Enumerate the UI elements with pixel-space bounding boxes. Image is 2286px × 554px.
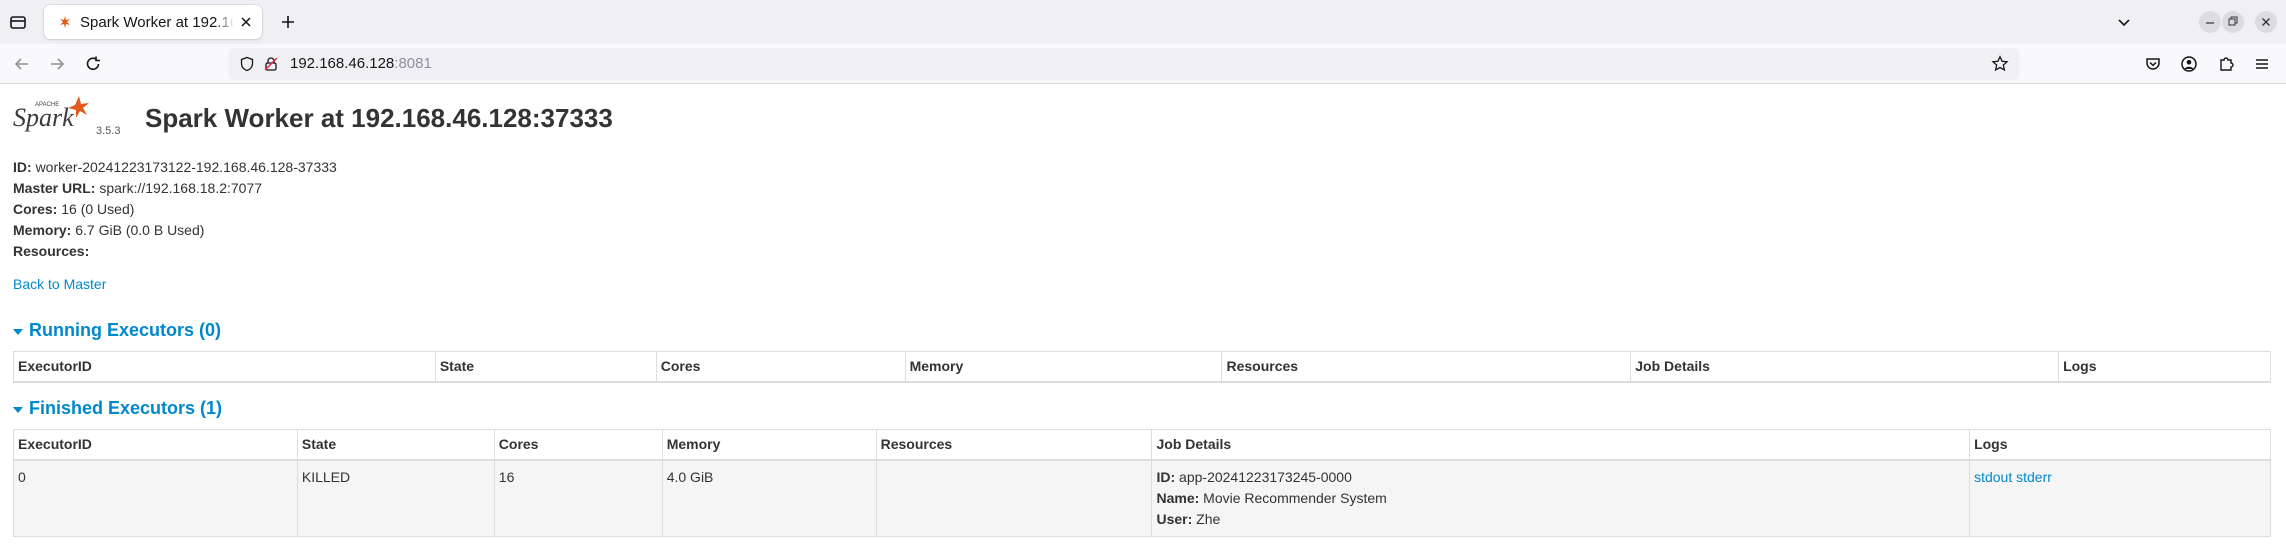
column-header[interactable]: Logs: [2058, 351, 2271, 383]
column-header[interactable]: Memory: [661, 429, 877, 461]
nav-bar: 192.168.46.128:8081: [0, 44, 2286, 84]
finished-executors-toggle[interactable]: Finished Executors (1): [13, 398, 222, 419]
column-header[interactable]: Memory: [904, 351, 1223, 383]
column-header[interactable]: ExecutorID: [13, 351, 436, 383]
job-id-line: ID: app-20241223173245-0000: [1156, 467, 1965, 488]
extensions-icon[interactable]: [2216, 54, 2236, 74]
master-url-label: Master URL:: [13, 180, 96, 196]
memory-row: Memory: 6.7 GiB (0.0 B Used): [13, 220, 337, 241]
logo-text: Spark: [13, 103, 74, 132]
job-name-label: Name:: [1156, 489, 1200, 506]
account-icon[interactable]: [2179, 54, 2199, 74]
column-header[interactable]: Cores: [655, 351, 906, 383]
reload-icon[interactable]: [83, 54, 103, 74]
column-header[interactable]: Resources: [875, 429, 1153, 461]
column-header[interactable]: State: [296, 429, 495, 461]
page-header: APACHE Spark 3.5.3 Spark Worker at 192.1…: [0, 84, 2286, 144]
job-user-value: Zhe: [1196, 510, 1221, 527]
running-executors-heading: Running Executors (0): [29, 320, 222, 340]
spark-logo[interactable]: APACHE Spark: [13, 94, 95, 132]
back-icon[interactable]: [12, 54, 32, 74]
job-user-line: User: Zhe: [1156, 509, 1965, 530]
job-name-value: Movie Recommender System: [1203, 489, 1387, 506]
worker-id-value: worker-20241223173122-192.168.46.128-373…: [35, 159, 337, 175]
state-cell: KILLED: [296, 459, 495, 537]
master-url-row: Master URL: spark://192.168.18.2:7077: [13, 178, 337, 199]
job-id-label: ID:: [1156, 468, 1176, 485]
column-header[interactable]: Logs: [1969, 429, 2271, 461]
column-header[interactable]: Job Details: [1630, 351, 2060, 383]
stderr-link[interactable]: stderr: [2016, 469, 2052, 485]
new-tab-icon[interactable]: [278, 12, 298, 32]
list-all-tabs-icon[interactable]: [2114, 12, 2134, 32]
executor-id-cell: 0: [13, 459, 298, 537]
collapse-arrow-icon: [13, 406, 23, 413]
table-row: 0 KILLED 16 4.0 GiB ID: app-202412231732…: [13, 459, 2271, 537]
minimize-button[interactable]: [2199, 11, 2221, 33]
back-to-master-link[interactable]: Back to Master: [13, 276, 106, 292]
restore-icon: [2228, 16, 2238, 26]
close-tab-icon[interactable]: [238, 14, 254, 30]
tab-list-icon[interactable]: [8, 12, 28, 32]
column-header[interactable]: Job Details: [1151, 429, 1971, 461]
spark-favicon-icon: [60, 16, 70, 28]
master-url-value: spark://192.168.18.2:7077: [99, 180, 263, 196]
logs-cell: stdout stderr: [1969, 459, 2271, 537]
resources-label: Resources:: [13, 243, 90, 259]
table-header-row: ExecutorID State Cores Memory Resources …: [13, 429, 2271, 461]
finished-executors-table: ExecutorID State Cores Memory Resources …: [13, 429, 2271, 537]
running-executors-table: ExecutorID State Cores Memory Resources …: [13, 351, 2271, 383]
spark-version: 3.5.3: [96, 125, 121, 137]
url-port: :8081: [394, 55, 432, 72]
page-title: Spark Worker at 192.168.46.128:37333: [145, 103, 613, 133]
job-details-cell: ID: app-20241223173245-0000 Name: Movie …: [1151, 459, 1971, 537]
resources-row: Resources:: [13, 241, 337, 262]
resources-cell: [875, 459, 1153, 537]
cores-value: 16 (0 Used): [61, 201, 135, 217]
column-header[interactable]: State: [434, 351, 657, 383]
worker-info: ID: worker-20241223173122-192.168.46.128…: [13, 157, 337, 262]
url-host: 192.168.46.128: [290, 55, 395, 72]
tab-bar: Spark Worker at 192.168.46.128:37333: [0, 0, 2286, 44]
page-content: APACHE Spark 3.5.3 Spark Worker at 192.1…: [0, 84, 2286, 537]
tab-title: Spark Worker at 192.168.46.128:37333: [80, 14, 234, 31]
menu-hamburger-icon[interactable]: [2252, 54, 2272, 74]
memory-cell: 4.0 GiB: [661, 459, 877, 537]
pocket-icon[interactable]: [2143, 54, 2163, 74]
worker-id-row: ID: worker-20241223173122-192.168.46.128…: [13, 157, 337, 178]
stdout-link[interactable]: stdout: [1974, 469, 2012, 485]
column-header[interactable]: ExecutorID: [13, 429, 298, 461]
memory-label: Memory:: [13, 222, 72, 238]
restore-button[interactable]: [2222, 11, 2244, 33]
table-header-row: ExecutorID State Cores Memory Resources …: [13, 351, 2271, 383]
close-window-button[interactable]: [2255, 11, 2277, 33]
minimize-icon: [2206, 22, 2214, 24]
cores-row: Cores: 16 (0 Used): [13, 199, 337, 220]
address-bar[interactable]: 192.168.46.128:8081: [229, 48, 2019, 80]
tracking-protection-shield-icon[interactable]: [239, 56, 255, 72]
url-text[interactable]: 192.168.46.128:8081: [290, 55, 432, 72]
column-header[interactable]: Cores: [493, 429, 663, 461]
job-id-value: app-20241223173245-0000: [1179, 468, 1352, 485]
column-header[interactable]: Resources: [1221, 351, 1632, 383]
forward-icon[interactable]: [47, 54, 67, 74]
finished-executors-heading: Finished Executors (1): [29, 398, 223, 418]
running-executors-toggle[interactable]: Running Executors (0): [13, 320, 221, 341]
job-user-label: User:: [1156, 510, 1193, 527]
memory-value: 6.7 GiB (0.0 B Used): [75, 222, 205, 238]
cores-cell: 16: [493, 459, 663, 537]
job-name-line: Name: Movie Recommender System: [1156, 488, 1965, 509]
worker-id-label: ID:: [13, 159, 32, 175]
insecure-lock-icon[interactable]: [263, 56, 279, 72]
bookmark-star-icon[interactable]: [1991, 55, 2009, 73]
active-tab[interactable]: Spark Worker at 192.168.46.128:37333: [44, 5, 262, 39]
close-window-icon: [2262, 18, 2270, 26]
collapse-arrow-icon: [13, 328, 23, 335]
cores-label: Cores:: [13, 201, 58, 217]
